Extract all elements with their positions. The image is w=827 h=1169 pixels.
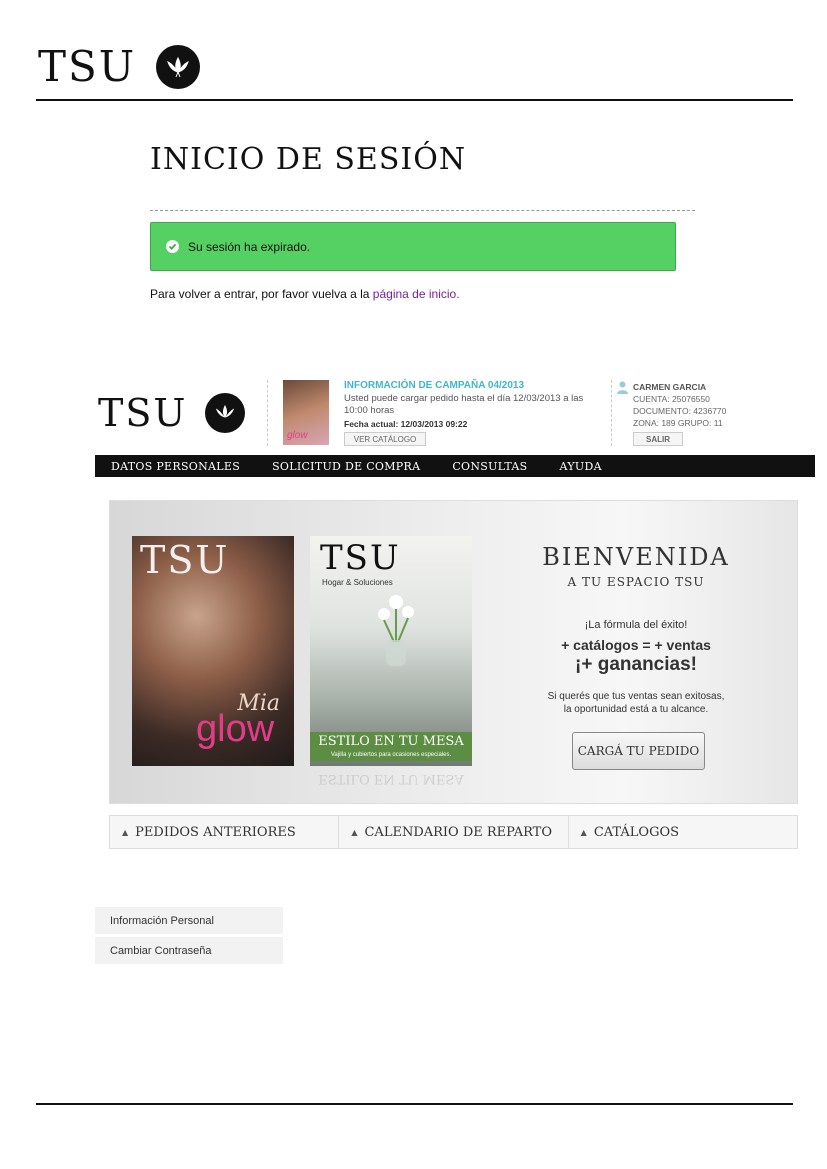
logout-button[interactable]: SALIR bbox=[633, 432, 683, 446]
sidebar-item-change-password[interactable]: Cambiar Contraseña bbox=[95, 937, 283, 964]
welcome-subheading: A TU ESPACIO TSU bbox=[567, 575, 705, 589]
lotus-logo-icon bbox=[156, 45, 201, 89]
cover2-caption: Vajilla y cubiertos para ocasiones espec… bbox=[310, 751, 472, 761]
check-icon bbox=[166, 240, 179, 253]
hogar-catalog-cover[interactable]: TSU Hogar & Soluciones ESTILO EN TU MESA… bbox=[310, 536, 472, 766]
tab-calendario-reparto[interactable]: ▲ CALENDARIO DE REPARTO bbox=[339, 816, 569, 848]
load-order-button[interactable]: CARGÁ TU PEDIDO bbox=[572, 732, 705, 770]
page-title: INICIO DE SESIÓN bbox=[150, 142, 467, 177]
header-logo: TSU bbox=[38, 42, 201, 91]
campaign-text: Usted puede cargar pedido hasta el día 1… bbox=[344, 393, 584, 416]
portal-lotus-icon bbox=[205, 393, 246, 433]
welcome-line3: ¡+ ganancias! bbox=[575, 654, 697, 675]
cover2-sub: Hogar & Soluciones bbox=[322, 578, 393, 587]
footer-divider bbox=[36, 1103, 793, 1105]
campaign-cover-thumbnail[interactable]: glow bbox=[283, 380, 329, 445]
nav-solicitud-compra[interactable]: SOLICITUD DE COMPRA bbox=[272, 460, 420, 473]
cover2-reflection: ESTILO EN TU MESA bbox=[318, 771, 464, 786]
welcome-heading: BIENVENIDA bbox=[542, 543, 730, 571]
quick-tabs: ▲ PEDIDOS ANTERIORES ▲ CALENDARIO DE REPAR… bbox=[109, 815, 798, 849]
welcome-line4: Si querés que tus ventas sean exitosas, bbox=[547, 691, 725, 702]
portal-header-logo: TSU bbox=[98, 391, 246, 435]
return-message: Para volver a entrar, por favor vuelva a… bbox=[150, 287, 460, 301]
user-account: CUENTA: 25076550 bbox=[633, 394, 710, 404]
nav-consultas[interactable]: CONSULTAS bbox=[452, 460, 527, 473]
welcome-line2: + catálogos = + ventas bbox=[561, 637, 711, 653]
tab-label: CALENDARIO DE REPARTO bbox=[364, 824, 552, 840]
message-prefix: Para volver a entrar, por favor vuelva a… bbox=[150, 287, 370, 301]
user-document: DOCUMENTO: 4236770 bbox=[633, 406, 727, 416]
cover2-logo: TSU bbox=[320, 538, 401, 578]
cover2-title: ESTILO EN TU MESA bbox=[310, 732, 472, 751]
campaign-info: INFORMACIÓN DE CAMPAÑA 04/2013 Usted pue… bbox=[344, 380, 604, 429]
main-nav: DATOS PERSONALES SOLICITUD DE COMPRA CON… bbox=[95, 455, 815, 477]
glow-catalog-cover[interactable]: TSU Mia glow bbox=[132, 536, 294, 766]
home-page-link[interactable]: página de inicio bbox=[373, 287, 456, 301]
view-catalog-button[interactable]: VER CATÁLOGO bbox=[344, 432, 426, 446]
header-separator-2 bbox=[611, 380, 612, 446]
cover1-title: glow bbox=[196, 708, 275, 750]
triangle-up-icon: ▲ bbox=[580, 827, 587, 837]
campaign-cover-text: glow bbox=[287, 430, 308, 441]
header-divider bbox=[36, 99, 793, 101]
triangle-up-icon: ▲ bbox=[351, 827, 358, 837]
header-separator-1 bbox=[267, 380, 268, 446]
tab-pedidos-anteriores[interactable]: ▲ PEDIDOS ANTERIORES bbox=[110, 816, 340, 848]
welcome-line1: ¡La fórmula del éxito! bbox=[584, 619, 688, 631]
message-suffix: . bbox=[456, 287, 460, 301]
portal-logo-text: TSU bbox=[98, 391, 188, 435]
tab-label: CATÁLOGOS bbox=[593, 824, 680, 840]
campaign-title: INFORMACIÓN DE CAMPAÑA 04/2013 bbox=[344, 380, 525, 391]
flowers-vase-icon bbox=[374, 592, 418, 668]
user-name: CARMEN GARCIA bbox=[633, 382, 707, 392]
tab-catalogos[interactable]: ▲ CATÁLOGOS bbox=[569, 816, 797, 848]
cover1-logo: TSU bbox=[140, 538, 230, 582]
campaign-date: Fecha actual: 12/03/2013 09:22 bbox=[344, 419, 468, 429]
nav-ayuda[interactable]: AYUDA bbox=[560, 460, 602, 473]
welcome-banner: TSU Mia glow TSU Hogar & Soluciones ESTI… bbox=[109, 500, 798, 804]
sidebar-item-personal-info[interactable]: Información Personal bbox=[95, 907, 283, 934]
nav-datos-personales[interactable]: DATOS PERSONALES bbox=[111, 460, 240, 473]
title-divider bbox=[150, 210, 695, 211]
user-avatar-icon bbox=[617, 381, 628, 394]
logo-text: TSU bbox=[38, 42, 137, 91]
welcome-line5: la oportunidad está a tu alcance. bbox=[563, 704, 709, 715]
tab-label: PEDIDOS ANTERIORES bbox=[135, 824, 296, 840]
alert-text: Su sesión ha expirado. bbox=[188, 239, 311, 254]
session-expired-alert: Su sesión ha expirado. bbox=[150, 222, 676, 271]
user-info: CARMEN GARCIA CUENTA: 25076550 DOCUMENTO… bbox=[633, 381, 726, 429]
triangle-up-icon: ▲ bbox=[122, 827, 129, 837]
user-zone: ZONA: 189 GRUPO: 11 bbox=[633, 418, 723, 428]
